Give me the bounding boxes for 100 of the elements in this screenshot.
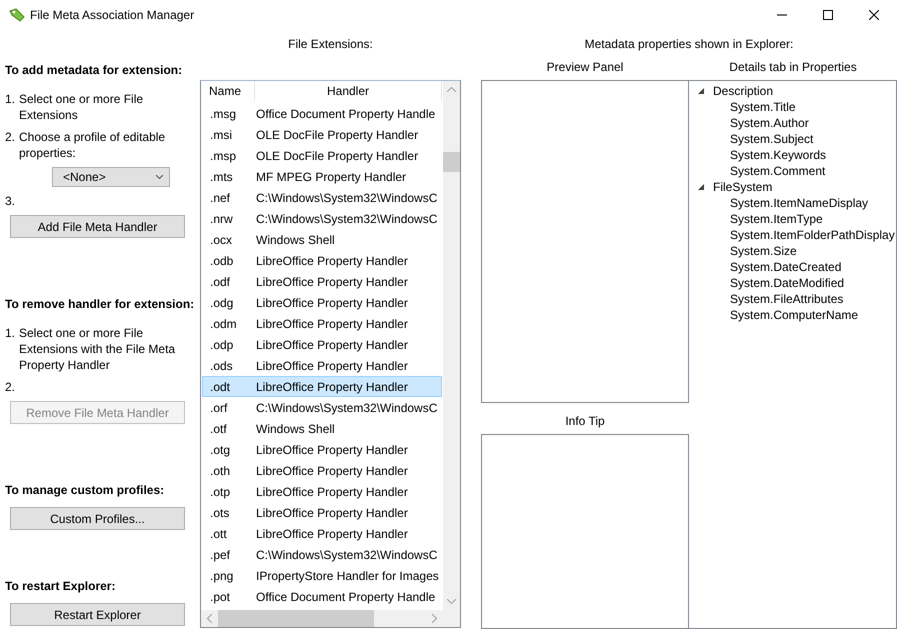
tree-item[interactable]: System.Size bbox=[730, 244, 797, 258]
extension-name: .odb bbox=[209, 253, 234, 270]
section-heading: To manage custom profiles: bbox=[5, 482, 166, 498]
handler-name: IPropertyStore Handler for Images bbox=[256, 568, 440, 585]
extension-row[interactable]: .odt LibreOffice Property Handler bbox=[202, 376, 442, 397]
extension-name: .ods bbox=[209, 358, 234, 375]
extension-name: .odg bbox=[209, 295, 234, 312]
tree-item[interactable]: System.Keywords bbox=[730, 148, 826, 162]
extension-row[interactable]: .msp OLE DocFile Property Handler bbox=[202, 145, 442, 166]
extension-row[interactable]: .pef C:\Windows\System32\WindowsC bbox=[202, 544, 442, 565]
maximize-icon bbox=[823, 10, 833, 20]
scroll-left-icon[interactable] bbox=[207, 614, 212, 623]
collapse-icon[interactable] bbox=[698, 88, 705, 94]
vertical-scrollbar[interactable] bbox=[443, 81, 460, 610]
handler-name: LibreOffice Property Handler bbox=[256, 295, 409, 312]
extension-name: .odf bbox=[209, 274, 232, 291]
handler-name: LibreOffice Property Handler bbox=[256, 358, 409, 375]
extension-row[interactable]: .odf LibreOffice Property Handler bbox=[202, 271, 442, 292]
tree-item[interactable]: System.Author bbox=[730, 116, 809, 130]
extension-name: .ots bbox=[209, 505, 230, 522]
profile-dropdown[interactable]: <None> bbox=[52, 167, 170, 187]
extension-row[interactable]: .otf Windows Shell bbox=[202, 418, 442, 439]
extension-row[interactable]: .ott LibreOffice Property Handler bbox=[202, 523, 442, 544]
handler-name: Office Document Property Handle bbox=[256, 106, 436, 123]
handler-name: LibreOffice Property Handler bbox=[256, 526, 409, 543]
handler-name: MF MPEG Property Handler bbox=[256, 169, 408, 186]
tree-group[interactable]: Description bbox=[713, 83, 774, 99]
action-button[interactable]: Restart Explorer bbox=[10, 603, 185, 626]
extension-row[interactable]: .ots LibreOffice Property Handler bbox=[202, 502, 442, 523]
section-heading: To restart Explorer: bbox=[5, 578, 116, 594]
handler-name: Windows Shell bbox=[256, 232, 336, 249]
handler-name: LibreOffice Property Handler bbox=[256, 463, 409, 480]
extension-name: .ott bbox=[209, 526, 228, 543]
extension-row[interactable]: .odb LibreOffice Property Handler bbox=[202, 250, 442, 271]
handler-name: LibreOffice Property Handler bbox=[256, 379, 409, 396]
extension-row[interactable]: .odm LibreOffice Property Handler bbox=[202, 313, 442, 334]
tree-item[interactable]: System.DateModified bbox=[730, 276, 844, 290]
extension-list[interactable] bbox=[200, 80, 461, 628]
tree-item[interactable]: System.Subject bbox=[730, 132, 814, 146]
step-text: Select one or more File Extensions bbox=[19, 91, 144, 123]
horizontal-scrollbar[interactable] bbox=[201, 610, 443, 627]
extension-row[interactable]: .odg LibreOffice Property Handler bbox=[202, 292, 442, 313]
extension-name: .pef bbox=[209, 547, 232, 564]
action-button[interactable]: Add File Meta Handler bbox=[10, 215, 185, 238]
handler-name: OLE DocFile Property Handler bbox=[256, 148, 420, 165]
extension-name: .nef bbox=[209, 190, 232, 207]
tree-item[interactable]: System.ItemFolderPathDisplay bbox=[730, 228, 895, 242]
collapse-icon[interactable] bbox=[698, 184, 705, 190]
extension-row[interactable]: .png IPropertyStore Handler for Images bbox=[202, 565, 442, 586]
handler-name: Windows Shell bbox=[256, 421, 336, 438]
chevron-down-icon bbox=[156, 175, 163, 179]
extension-row[interactable]: .pot Office Document Property Handle bbox=[202, 586, 442, 607]
handler-name: C:\Windows\System32\WindowsC bbox=[256, 190, 438, 207]
tree-group[interactable]: FileSystem bbox=[713, 179, 772, 195]
extension-row[interactable]: .msg Office Document Property Handle bbox=[202, 103, 442, 124]
extension-name: .odt bbox=[209, 379, 232, 396]
extension-name: .oth bbox=[209, 463, 232, 480]
scroll-right-icon[interactable] bbox=[432, 614, 437, 623]
tree-item[interactable]: System.Comment bbox=[730, 164, 826, 178]
tree-item[interactable]: System.ItemType bbox=[730, 212, 823, 226]
tree-item[interactable]: System.FileAttributes bbox=[730, 292, 844, 306]
extension-row[interactable]: .odp LibreOffice Property Handler bbox=[202, 334, 442, 355]
scroll-down-icon[interactable] bbox=[447, 599, 456, 604]
panel-title: Metadata properties shown in Explorer: bbox=[584, 36, 794, 53]
extension-row[interactable]: .nef C:\Windows\System32\WindowsC bbox=[202, 187, 442, 208]
extension-row[interactable]: .ocx Windows Shell bbox=[202, 229, 442, 250]
scroll-up-icon[interactable] bbox=[447, 87, 456, 92]
extension-row[interactable]: .mts MF MPEG Property Handler bbox=[202, 166, 442, 187]
scrollbar-thumb[interactable] bbox=[443, 152, 460, 172]
handler-name: LibreOffice Property Handler bbox=[256, 505, 409, 522]
extension-name: .odm bbox=[209, 316, 238, 333]
extension-name: .pot bbox=[209, 589, 232, 606]
extension-name: .otp bbox=[209, 484, 232, 501]
column-header[interactable]: Name bbox=[202, 81, 255, 101]
handler-name: LibreOffice Property Handler bbox=[256, 316, 409, 333]
tree-item[interactable]: System.DateCreated bbox=[730, 260, 842, 274]
handler-name: C:\Windows\System32\WindowsC bbox=[256, 400, 438, 417]
step-number: 1. bbox=[5, 325, 16, 342]
app-icon bbox=[8, 7, 26, 23]
step-number: 2. bbox=[5, 129, 16, 146]
extension-row[interactable]: .otp LibreOffice Property Handler bbox=[202, 481, 442, 502]
extension-row[interactable]: .nrw C:\Windows\System32\WindowsC bbox=[202, 208, 442, 229]
tree-item[interactable]: System.ComputerName bbox=[730, 308, 858, 322]
handler-name: LibreOffice Property Handler bbox=[256, 274, 409, 291]
details-tree[interactable] bbox=[689, 80, 897, 629]
extension-row[interactable]: .ods LibreOffice Property Handler bbox=[202, 355, 442, 376]
tree-item[interactable]: System.Title bbox=[730, 100, 796, 114]
extension-name: .odp bbox=[209, 337, 234, 354]
extension-row[interactable]: .msi OLE DocFile Property Handler bbox=[202, 124, 442, 145]
column-header[interactable]: Handler bbox=[255, 81, 442, 101]
step-number: 3. bbox=[5, 193, 16, 209]
close-icon bbox=[869, 10, 879, 20]
extension-row[interactable]: .oth LibreOffice Property Handler bbox=[202, 460, 442, 481]
extension-row[interactable]: .orf C:\Windows\System32\WindowsC bbox=[202, 397, 442, 418]
action-button[interactable]: Custom Profiles... bbox=[10, 507, 185, 530]
tree-item[interactable]: System.ItemNameDisplay bbox=[730, 196, 868, 210]
scrollbar-thumb[interactable] bbox=[218, 610, 374, 627]
handler-name: LibreOffice Property Handler bbox=[256, 442, 409, 459]
extension-row[interactable]: .otg LibreOffice Property Handler bbox=[202, 439, 442, 460]
step-text: Select one or more File Extensions with the File Meta Property Handler bbox=[19, 325, 176, 373]
